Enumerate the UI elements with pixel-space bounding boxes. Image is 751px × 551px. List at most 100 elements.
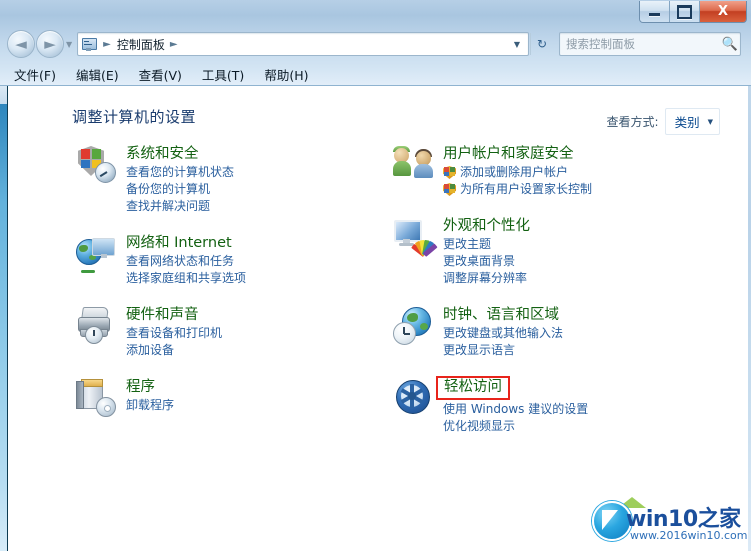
link-text: 添加或删除用户帐户 xyxy=(460,165,569,179)
window-border-top xyxy=(0,86,7,104)
shield-icon xyxy=(443,166,456,179)
category-title[interactable]: 时钟、语言和区域 xyxy=(443,306,559,325)
category-title[interactable]: 外观和个性化 xyxy=(443,217,530,236)
category-link[interactable]: 查看网络状态和任务 xyxy=(126,253,246,270)
control-panel-window: X ◄ ► ▼ ► 控制面板 ► ▼ ↻ 搜索控制面板 🔍 文件(F) 编辑(E… xyxy=(0,0,751,551)
category-title-highlighted[interactable]: 轻松访问 xyxy=(436,376,510,400)
forward-arrow-icon: ► xyxy=(44,34,56,53)
category-link[interactable]: 备份您的计算机 xyxy=(126,181,234,198)
content-area: 调整计算机的设置 查看方式: 类别 ▼ 系统和安全 查看您的计算机状态 备份您的… xyxy=(7,86,748,551)
category-title[interactable]: 硬件和声音 xyxy=(126,306,199,325)
globe-clock-icon xyxy=(393,305,433,345)
back-arrow-icon: ◄ xyxy=(15,34,27,53)
users-icon xyxy=(393,144,433,184)
menu-item-edit[interactable]: 编辑(E) xyxy=(76,65,119,84)
window-left-border xyxy=(0,104,7,551)
chevron-down-icon: ▼ xyxy=(707,117,713,126)
category-link[interactable]: 添加或删除用户帐户 xyxy=(443,164,592,181)
breadcrumb-separator-2[interactable]: ► xyxy=(167,39,182,50)
category-link[interactable]: 使用 Windows 建议的设置 xyxy=(443,401,588,418)
menu-item-view[interactable]: 查看(V) xyxy=(139,65,182,84)
link-text: 更改桌面背景 xyxy=(443,254,516,268)
category-link[interactable]: 选择家庭组和共享选项 xyxy=(126,270,246,287)
category-column-left: 系统和安全 查看您的计算机状态 备份您的计算机 查找并解决问题 网络和 Inte… xyxy=(76,144,396,435)
printer-icon xyxy=(76,305,116,345)
search-box[interactable]: 搜索控制面板 🔍 xyxy=(559,32,741,56)
watermark: win10之家 www.2016win10.com xyxy=(590,497,747,547)
back-button[interactable]: ◄ xyxy=(7,30,35,58)
close-icon: X xyxy=(717,4,729,19)
category-hardware-and-sound[interactable]: 硬件和声音 查看设备和打印机 添加设备 xyxy=(76,305,396,359)
category-link[interactable]: 更改主题 xyxy=(443,236,530,253)
search-input[interactable]: 搜索控制面板 xyxy=(560,36,720,52)
page-title: 调整计算机的设置 xyxy=(72,108,197,126)
shield-icon xyxy=(443,183,456,196)
link-text: 备份您的计算机 xyxy=(126,182,211,196)
link-text: 添加设备 xyxy=(126,343,175,357)
ease-of-access-icon xyxy=(393,377,433,417)
link-text: 更改主题 xyxy=(443,237,492,251)
category-title[interactable]: 网络和 Internet xyxy=(126,234,232,253)
menu-item-tools[interactable]: 工具(T) xyxy=(202,65,244,84)
category-clock-language-and-region[interactable]: 时钟、语言和区域 更改键盘或其他输入法 更改显示语言 xyxy=(393,305,713,359)
link-text: 更改显示语言 xyxy=(443,343,516,357)
category-programs[interactable]: 程序 卸载程序 xyxy=(76,377,396,417)
forward-button[interactable]: ► xyxy=(36,30,64,58)
category-title[interactable]: 程序 xyxy=(126,378,155,397)
view-by-control: 查看方式: 类别 ▼ xyxy=(607,108,720,135)
maximize-icon xyxy=(677,4,692,19)
menu-item-file[interactable]: 文件(F) xyxy=(14,65,56,84)
minimize-button[interactable] xyxy=(640,1,670,22)
category-link[interactable]: 调整屏幕分辨率 xyxy=(443,270,530,287)
link-text: 更改键盘或其他输入法 xyxy=(443,326,564,340)
refresh-button[interactable]: ↻ xyxy=(530,33,553,55)
menu-bar: 文件(F) 编辑(E) 查看(V) 工具(T) 帮助(H) xyxy=(0,62,751,86)
link-text: 为所有用户设置家长控制 xyxy=(460,182,593,196)
nav-buttons: ◄ ► ▼ xyxy=(7,30,75,58)
watermark-url: www.2016win10.com xyxy=(630,529,748,542)
title-bar: X xyxy=(0,0,751,27)
category-link[interactable]: 优化视频显示 xyxy=(443,418,588,435)
category-title[interactable]: 用户帐户和家庭安全 xyxy=(443,145,574,164)
category-link[interactable]: 卸载程序 xyxy=(126,397,174,414)
category-ease-of-access[interactable]: 轻松访问 使用 Windows 建议的设置 优化视频显示 xyxy=(393,376,713,435)
refresh-icon: ↻ xyxy=(536,37,548,51)
link-text: 优化视频显示 xyxy=(443,419,516,433)
category-title[interactable]: 系统和安全 xyxy=(126,145,199,164)
menu-item-help[interactable]: 帮助(H) xyxy=(264,65,308,84)
category-user-accounts-and-family-safety[interactable]: 用户帐户和家庭安全 添加或删除用户帐户 为所有用户设置家长控制 xyxy=(393,144,713,198)
category-link[interactable]: 更改显示语言 xyxy=(443,342,563,359)
category-link[interactable]: 查看设备和打印机 xyxy=(126,325,222,342)
link-text: 调整屏幕分辨率 xyxy=(443,271,528,285)
search-icon: 🔍 xyxy=(721,36,739,52)
breadcrumb-item-control-panel[interactable]: 控制面板 xyxy=(115,36,167,53)
link-text: 查看设备和打印机 xyxy=(126,326,223,340)
category-link[interactable]: 更改桌面背景 xyxy=(443,253,530,270)
globe-monitor-icon xyxy=(76,233,116,273)
link-text: 卸载程序 xyxy=(126,398,175,412)
category-link[interactable]: 查看您的计算机状态 xyxy=(126,164,234,181)
category-link[interactable]: 为所有用户设置家长控制 xyxy=(443,181,592,198)
category-network-and-internet[interactable]: 网络和 Internet 查看网络状态和任务 选择家庭组和共享选项 xyxy=(76,233,396,287)
maximize-button[interactable] xyxy=(670,1,700,22)
address-bar[interactable]: ► 控制面板 ► ▼ xyxy=(77,32,529,56)
view-by-dropdown[interactable]: 类别 ▼ xyxy=(664,108,720,135)
breadcrumb-separator-1: ► xyxy=(103,38,111,50)
control-panel-icon xyxy=(81,36,98,52)
monitor-palette-icon xyxy=(393,216,438,257)
category-link[interactable]: 添加设备 xyxy=(126,342,222,359)
link-text: 查看您的计算机状态 xyxy=(126,165,235,179)
minimize-icon xyxy=(649,13,660,16)
category-appearance-and-personalization[interactable]: 外观和个性化 更改主题 更改桌面背景 调整屏幕分辨率 xyxy=(393,216,713,287)
category-link[interactable]: 查找并解决问题 xyxy=(126,198,234,215)
category-column-right: 用户帐户和家庭安全 添加或删除用户帐户 为所有用户设置家长控制 外观和个性化 更… xyxy=(393,144,713,453)
link-text: 查看网络状态和任务 xyxy=(126,254,235,268)
address-dropdown-icon[interactable]: ▼ xyxy=(508,40,526,49)
link-text: 查找并解决问题 xyxy=(126,199,211,213)
category-system-and-security[interactable]: 系统和安全 查看您的计算机状态 备份您的计算机 查找并解决问题 xyxy=(76,144,396,215)
close-button[interactable]: X xyxy=(700,1,746,22)
window-controls: X xyxy=(639,1,747,23)
link-text: 选择家庭组和共享选项 xyxy=(126,271,247,285)
nav-history-dropdown[interactable]: ▼ xyxy=(66,40,72,49)
category-link[interactable]: 更改键盘或其他输入法 xyxy=(443,325,563,342)
